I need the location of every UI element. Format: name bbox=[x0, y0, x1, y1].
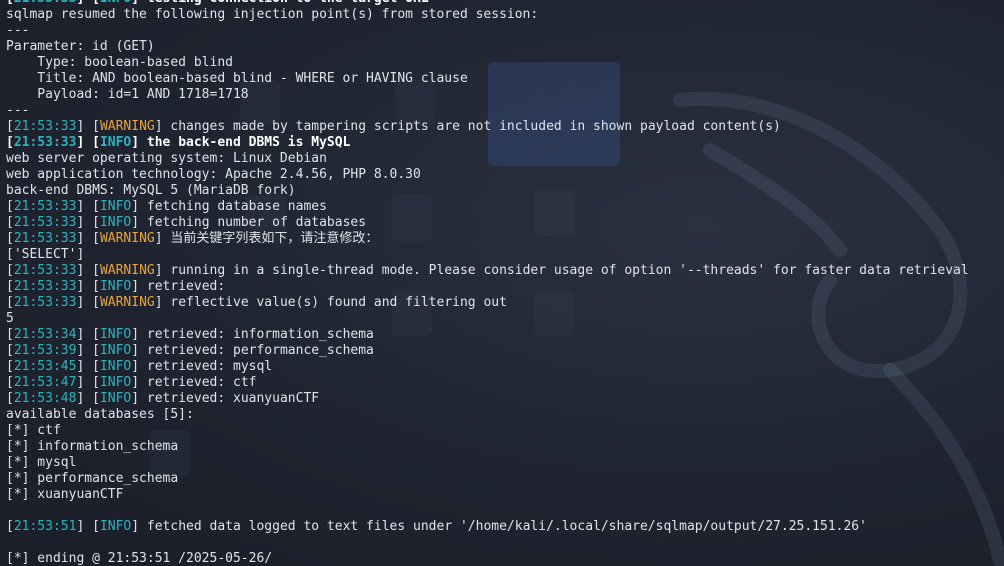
log-level-badge: INFO bbox=[99, 359, 132, 374]
log-message: retrieved: bbox=[139, 279, 226, 294]
log-timestamp: 21:53:45 bbox=[13, 359, 77, 374]
terminal-line: back-end DBMS: MySQL 5 (MariaDB fork) bbox=[6, 183, 296, 198]
log-message: retrieved: xuanyuanCTF bbox=[139, 391, 320, 406]
terminal-line: [*] information_schema bbox=[6, 439, 179, 454]
log-message: the back-end DBMS is MySQL bbox=[139, 135, 351, 150]
terminal-window[interactable]: [21:53:33] [INFO] testing connection to … bbox=[0, 0, 1004, 566]
log-timestamp: 21:53:33 bbox=[13, 279, 77, 294]
log-level-badge: INFO bbox=[99, 215, 132, 230]
log-message: running in a single-thread mode. Please … bbox=[162, 263, 969, 278]
log-level-badge: INFO bbox=[99, 343, 132, 358]
log-timestamp: 21:53:33 bbox=[14, 0, 77, 6]
terminal-line: [21:53:33] [INFO] testing connection to … bbox=[6, 0, 1004, 7]
terminal-line: [21:53:33] [WARNING] changes made by tam… bbox=[6, 119, 781, 134]
log-level-badge: WARNING bbox=[99, 231, 155, 246]
log-message: retrieved: mysql bbox=[139, 359, 273, 374]
terminal-line: available databases [5]: bbox=[6, 407, 194, 422]
terminal-line: [*] performance_schema bbox=[6, 471, 179, 486]
terminal-line: Type: boolean-based blind bbox=[6, 55, 233, 70]
log-timestamp: 21:53:33 bbox=[13, 231, 77, 246]
terminal-line: [*] ctf bbox=[6, 423, 61, 438]
log-level-badge: INFO bbox=[99, 199, 132, 214]
terminal-line: [*] mysql bbox=[6, 455, 77, 470]
terminal-line: [21:53:33] [INFO] the back-end DBMS is M… bbox=[6, 135, 351, 150]
terminal-line: [21:53:33] [INFO] fetching database name… bbox=[6, 199, 327, 214]
terminal-output: [21:53:33] [INFO] testing connection to … bbox=[6, 0, 1004, 566]
log-level-badge: INFO bbox=[100, 0, 131, 6]
terminal-line: Title: AND boolean-based blind - WHERE o… bbox=[6, 71, 468, 86]
log-message: retrieved: ctf bbox=[139, 375, 257, 390]
terminal-line: [21:53:33] [INFO] fetching number of dat… bbox=[6, 215, 367, 230]
log-message: changes made by tampering scripts are no… bbox=[162, 119, 781, 134]
terminal-line: [21:53:48] [INFO] retrieved: xuanyuanCTF bbox=[6, 391, 320, 406]
terminal-line: web application technology: Apache 2.4.5… bbox=[6, 167, 421, 182]
log-timestamp: 21:53:51 bbox=[13, 519, 77, 534]
log-timestamp: 21:53:48 bbox=[13, 391, 77, 406]
terminal-line: web server operating system: Linux Debia… bbox=[6, 151, 327, 166]
log-message: fetching number of databases bbox=[139, 215, 367, 230]
log-timestamp: 21:53:33 bbox=[13, 199, 77, 214]
terminal-line: ['SELECT'] bbox=[6, 247, 85, 262]
log-level-badge: INFO bbox=[99, 519, 132, 534]
log-timestamp: 21:53:34 bbox=[13, 327, 77, 342]
log-level-badge: INFO bbox=[99, 391, 132, 406]
log-message: testing connection to the target URL bbox=[139, 0, 429, 6]
terminal-line: [*] ending @ 21:53:51 /2025-05-26/ bbox=[6, 551, 273, 566]
terminal-line: Payload: id=1 AND 1718=1718 bbox=[6, 87, 249, 102]
log-message: retrieved: information_schema bbox=[139, 327, 374, 342]
log-level-badge: INFO bbox=[99, 135, 132, 150]
terminal-line: [21:53:33] [WARNING] reflective value(s)… bbox=[6, 295, 507, 310]
terminal-line: --- bbox=[6, 23, 30, 38]
log-message: fetched data logged to text files under … bbox=[139, 519, 867, 534]
log-level-badge: INFO bbox=[99, 375, 132, 390]
terminal-line: [21:53:51] [INFO] fetched data logged to… bbox=[6, 519, 867, 534]
log-message: fetching database names bbox=[139, 199, 327, 214]
terminal-line: Parameter: id (GET) bbox=[6, 39, 155, 54]
terminal-line: [*] xuanyuanCTF bbox=[6, 487, 124, 502]
terminal-line: [21:53:34] [INFO] retrieved: information… bbox=[6, 327, 374, 342]
log-level-badge: WARNING bbox=[99, 119, 155, 134]
terminal-line: [21:53:45] [INFO] retrieved: mysql bbox=[6, 359, 273, 374]
log-level-badge: INFO bbox=[99, 279, 132, 294]
log-level-badge: WARNING bbox=[99, 295, 155, 310]
terminal-line: sqlmap resumed the following injection p… bbox=[6, 7, 539, 22]
log-timestamp: 21:53:33 bbox=[13, 263, 77, 278]
terminal-line: [21:53:47] [INFO] retrieved: ctf bbox=[6, 375, 257, 390]
log-timestamp: 21:53:33 bbox=[13, 119, 77, 134]
terminal-line: [21:53:33] [WARNING] running in a single… bbox=[6, 263, 969, 278]
terminal-line: [21:53:33] [WARNING] 当前关键字列表如下，请注意修改： bbox=[6, 231, 379, 246]
log-timestamp: 21:53:33 bbox=[13, 215, 77, 230]
terminal-line: 5 bbox=[6, 311, 14, 326]
log-timestamp: 21:53:39 bbox=[13, 343, 77, 358]
terminal-line: --- bbox=[6, 103, 30, 118]
log-timestamp: 21:53:33 bbox=[13, 135, 77, 150]
log-message: retrieved: performance_schema bbox=[139, 343, 374, 358]
log-timestamp: 21:53:47 bbox=[13, 375, 77, 390]
log-level-badge: WARNING bbox=[99, 263, 155, 278]
log-message: reflective value(s) found and filtering … bbox=[162, 295, 507, 310]
log-message: 当前关键字列表如下，请注意修改： bbox=[162, 231, 379, 246]
log-level-badge: INFO bbox=[99, 327, 132, 342]
terminal-line: [21:53:39] [INFO] retrieved: performance… bbox=[6, 343, 374, 358]
terminal-line: [21:53:33] [INFO] retrieved: bbox=[6, 279, 226, 294]
log-timestamp: 21:53:33 bbox=[13, 295, 77, 310]
